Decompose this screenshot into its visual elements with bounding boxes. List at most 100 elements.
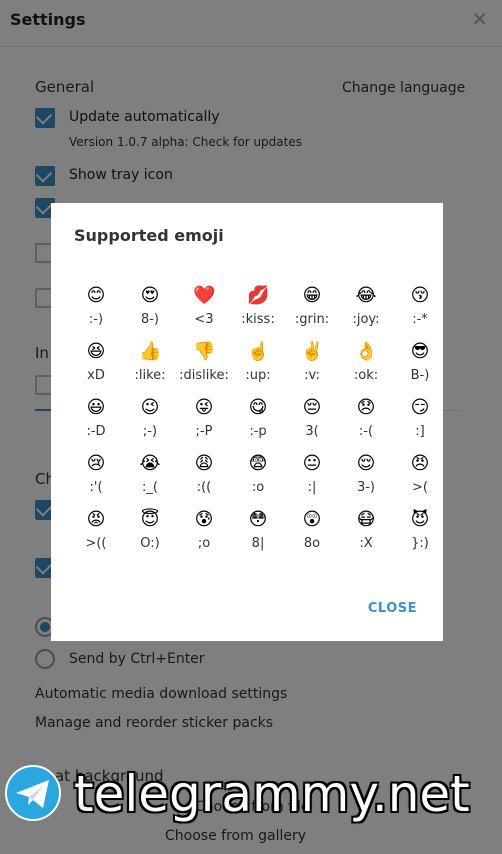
emoji-code: :-*	[412, 312, 428, 327]
emoji-icon: 😢	[86, 453, 106, 474]
watermark-text: telegrammy.net	[74, 765, 470, 823]
emoji-icon: 😐	[302, 453, 322, 474]
emoji-icon: 😆	[86, 341, 106, 362]
emoji-code: :joy:	[352, 312, 380, 327]
emoji-icon: 😌	[356, 453, 376, 474]
emoji-code: ;o	[197, 536, 211, 551]
emoji-code: ;-)	[142, 424, 158, 439]
emoji-item: 😌 3-)	[339, 453, 393, 501]
emoji-code: :X	[359, 536, 373, 551]
emoji-code: >(	[412, 480, 428, 495]
emoji-code: :-)	[88, 312, 104, 327]
emoji-item: 😂 :joy:	[339, 285, 393, 333]
emoji-icon: 😜	[194, 397, 214, 418]
emoji-code: :((	[196, 480, 212, 495]
emoji-icon: 😏	[410, 397, 430, 418]
emoji-icon: 😚	[410, 285, 430, 306]
emoji-code: :-p	[249, 424, 267, 439]
emoji-code: ;-P	[195, 424, 213, 439]
emoji-item: 😢 :'(	[69, 453, 123, 501]
emoji-code: xD	[87, 368, 105, 383]
emoji-item: 😭 :_(	[123, 453, 177, 501]
emoji-icon: 😩	[194, 453, 214, 474]
emoji-icon: 😊	[86, 285, 106, 306]
emoji-code: B-)	[410, 368, 430, 383]
emoji-icon: 😍	[140, 285, 160, 306]
emoji-code: :_(	[142, 480, 158, 495]
emoji-code: <3	[194, 312, 214, 327]
emoji-item: 😠 >(	[393, 453, 447, 501]
emoji-icon: 😞	[356, 397, 376, 418]
emoji-item: 😲 8o	[285, 509, 339, 557]
emoji-item: 😨:o	[231, 453, 285, 501]
emoji-item: 😎 B-)	[393, 341, 447, 389]
emoji-item: 😷 :X	[339, 509, 393, 557]
emoji-icon: 😋	[248, 397, 268, 418]
emoji-icon: ✌️	[301, 341, 324, 362]
dialog-title: Supported emoji	[74, 226, 224, 245]
emoji-item: 👍 :like:	[123, 341, 177, 389]
emoji-icon: 😂	[355, 285, 377, 306]
emoji-icon: 😉	[140, 397, 160, 418]
emoji-item: 😚 :-*	[393, 285, 447, 333]
emoji-icon: 😔	[302, 397, 322, 418]
emoji-icon: 👎	[193, 341, 216, 362]
watermark: telegrammy.net	[0, 760, 502, 830]
emoji-item: 😃 :-D	[69, 397, 123, 445]
emoji-icon: 😇	[140, 509, 160, 530]
emoji-item: 😳 8|	[231, 509, 285, 557]
emoji-item: 😁 :grin:	[285, 285, 339, 333]
emoji-icon: 👌	[355, 341, 378, 362]
emoji-item: 😰 ;o	[177, 509, 231, 557]
emoji-icon: 😭	[139, 453, 161, 474]
emoji-icon: 😁	[302, 285, 322, 306]
emoji-item: 💋 :kiss:	[231, 285, 285, 333]
emoji-code: :o	[251, 480, 265, 495]
emoji-code: :]	[415, 424, 425, 439]
emoji-code: 8|	[251, 536, 265, 551]
emoji-code: :dislike:	[179, 368, 229, 383]
emoji-code: >((	[85, 536, 107, 551]
emoji-item: 😔 3(	[285, 397, 339, 445]
emoji-icon: 😳	[248, 509, 268, 530]
emoji-icon: 💋	[247, 285, 270, 306]
emoji-item: 😐 :|	[285, 453, 339, 501]
emoji-item: 😊 :-)	[69, 285, 123, 333]
emoji-code: :-D	[86, 424, 106, 439]
emoji-icon: 😈	[410, 509, 430, 530]
emoji-code: O:)	[140, 536, 160, 551]
emoji-item: 😈}:)	[393, 509, 447, 557]
emoji-item: ❤️ <3	[177, 285, 231, 333]
emoji-item: 😆 xD	[69, 341, 123, 389]
emoji-icon: 😠	[410, 453, 430, 474]
emoji-code: }:)	[411, 536, 429, 551]
emoji-icon: 👍	[139, 341, 162, 362]
emoji-icon: 😃	[86, 397, 106, 418]
emoji-item: 👎 :dislike:	[177, 341, 231, 389]
emoji-item: 😩 :((	[177, 453, 231, 501]
emoji-item: 😡 >((	[69, 509, 123, 557]
telegram-logo-icon	[5, 765, 61, 821]
emoji-item: 👌:ok:	[339, 341, 393, 389]
emoji-icon: 😎	[410, 341, 430, 362]
emoji-item: 😇 O:)	[123, 509, 177, 557]
emoji-item: ✌️:v:	[285, 341, 339, 389]
emoji-code: :up:	[245, 368, 271, 383]
emoji-item: 😋 :-p	[231, 397, 285, 445]
emoji-code: :|	[307, 480, 317, 495]
emoji-code: :'(	[89, 480, 103, 495]
emoji-icon: 😲	[302, 509, 322, 530]
emoji-icon: 😰	[194, 509, 214, 530]
emoji-code: 8-)	[140, 312, 160, 327]
emoji-item: ☝️ :up:	[231, 341, 285, 389]
emoji-code: :-(	[358, 424, 374, 439]
emoji-icon: 😷	[356, 509, 376, 530]
emoji-code: :kiss:	[241, 312, 275, 327]
emoji-icon: ☝️	[247, 341, 270, 362]
supported-emoji-dialog: Supported emoji 😊 :-) 😍 8-) ❤️ <3 💋 :kiss: 😁 :gri…	[51, 203, 443, 641]
emoji-code: :grin:	[294, 312, 330, 327]
close-button[interactable]: CLOSE	[368, 601, 417, 616]
emoji-item: 😏:]	[393, 397, 447, 445]
emoji-code: :like:	[134, 368, 166, 383]
emoji-code: 8o	[303, 536, 321, 551]
